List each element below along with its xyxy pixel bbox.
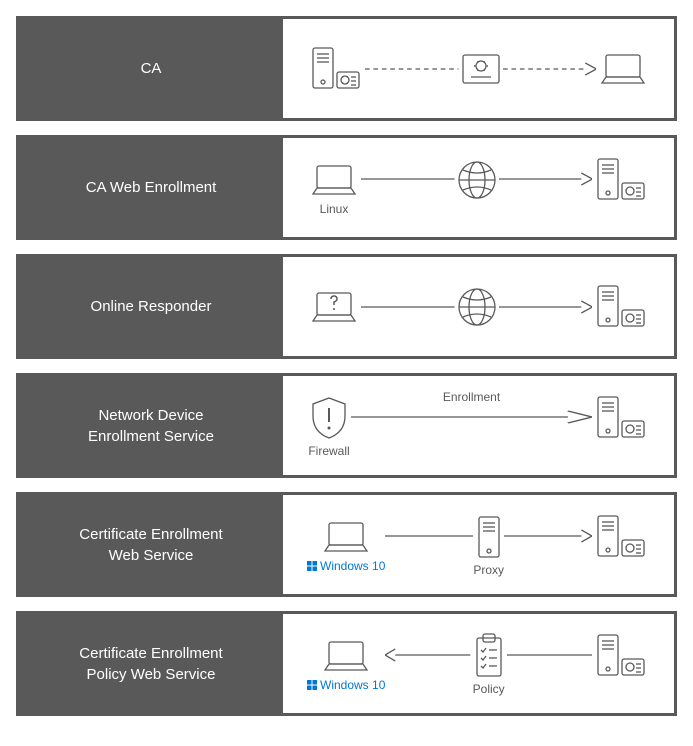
laptop-icon [319,636,373,676]
label-text: Network Device Enrollment Service [88,405,214,447]
row-cews: Certificate Enrollment Web Service Windo… [16,492,677,597]
laptop-question-node [307,287,361,327]
label-text: CA [141,58,162,79]
line-label: Enrollment [443,390,500,404]
laptop-icon [319,517,373,557]
row-label: Online Responder [19,257,283,356]
row-content: Linux [283,138,674,237]
connector-arrow [499,178,593,180]
server-icon [474,513,504,561]
row-content: Windows 10 Policy [283,614,674,713]
laptop-node [596,49,650,89]
caption-windows: Windows 10 [307,559,385,573]
connector-dashed [365,68,459,70]
row-label: CA [19,19,283,118]
server-with-cert-icon [307,44,365,94]
server-with-cert-node [592,512,650,562]
row-content: Windows 10 Proxy [283,495,674,594]
label-text: CA Web Enrollment [86,177,217,198]
row-content [283,257,674,356]
laptop-question-icon [307,287,361,327]
row-content: Firewall Enrollment [283,376,674,475]
windows-logo-icon [307,680,317,690]
server-with-cert-icon [592,393,650,443]
laptop-icon [307,160,361,200]
certificate-node [459,51,503,87]
connector-line [507,654,592,656]
globe-node [455,158,499,202]
row-label: Certificate Enrollment Policy Web Servic… [19,614,283,713]
row-ca-web-enrollment: CA Web Enrollment Linux [16,135,677,240]
globe-node [455,285,499,329]
label-text: Certificate Enrollment Web Service [79,524,222,566]
label-text: Certificate Enrollment Policy Web Servic… [79,643,222,685]
row-label: Certificate Enrollment Web Service [19,495,283,594]
row-content [283,19,674,118]
firewall-shield-icon [307,394,351,442]
certificate-icon [459,51,503,87]
row-online-responder: Online Responder [16,254,677,359]
connector-line [385,535,473,537]
server-with-cert-icon [592,282,650,332]
server-with-cert-node [592,155,650,205]
laptop-windows-node: Windows 10 [307,636,385,692]
server-with-cert-node [592,631,650,681]
firewall-node: Firewall [307,394,351,458]
connector-line [361,306,455,308]
laptop-windows-node: Windows 10 [307,517,385,573]
caption: Linux [320,202,349,216]
connector-line [361,178,455,180]
caption-text: Windows 10 [320,559,385,573]
policy-node: Policy [471,632,507,696]
server-with-cert-node [592,282,650,332]
label-text: Online Responder [91,296,212,317]
windows-logo-icon [307,561,317,571]
connector-arrow-left [385,654,470,656]
row-ca: CA [16,16,677,121]
policy-clipboard-icon [471,632,507,680]
caption-windows: Windows 10 [307,678,385,692]
laptop-icon [596,49,650,89]
connector-arrow-labeled: Enrollment [351,416,592,418]
row-label: Network Device Enrollment Service [19,376,283,475]
connector-arrow [504,535,592,537]
server-with-cert-icon [592,512,650,562]
row-label: CA Web Enrollment [19,138,283,237]
globe-icon [455,158,499,202]
caption: Proxy [473,563,504,577]
laptop-linux-node: Linux [307,160,361,216]
proxy-node: Proxy [473,513,504,577]
server-with-cert-node [592,393,650,443]
caption: Policy [473,682,505,696]
connector-arrow [499,306,593,308]
server-with-cert-icon [592,155,650,205]
caption: Firewall [308,444,349,458]
server-with-cert-icon [592,631,650,681]
row-cepws: Certificate Enrollment Policy Web Servic… [16,611,677,716]
connector-dash-arrow [503,68,597,70]
server-with-cert-node [307,44,365,94]
row-ndes: Network Device Enrollment Service Firewa… [16,373,677,478]
globe-icon [455,285,499,329]
caption-text: Windows 10 [320,678,385,692]
